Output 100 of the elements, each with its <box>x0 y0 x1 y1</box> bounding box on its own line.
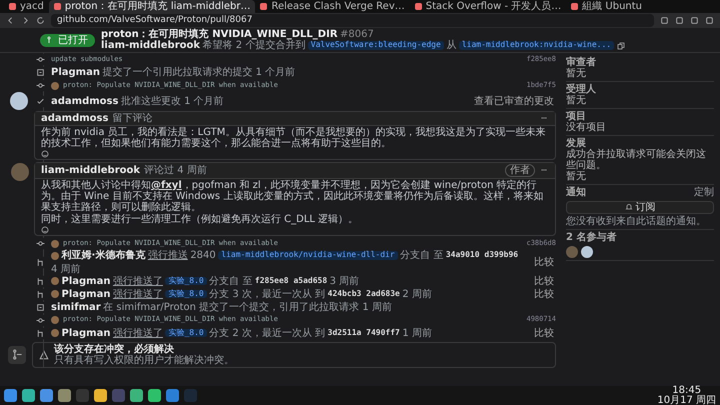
browser-tab[interactable]: Stack Overflow - 开发人员… <box>410 0 566 13</box>
comment-text: 从我和其他人讨论中得知@fxyl，pgofman 和 zl，此环境变量并不理想，因为它会创建 wine/proton 特定的行为。由于 Wine 目前不支持在 Windows 上读取此变量的方式，因此此环境变量将仍作为后备读取。这样，将来如果支持主路径，则可以删除此逻辑。 <box>41 180 544 213</box>
favicon-icon <box>9 3 16 10</box>
event-text: 3 周前 <box>330 276 360 286</box>
compare-link[interactable]: 比较 <box>532 276 556 286</box>
branch-label[interactable]: liam-middlebrook:nvidia-wine... <box>458 41 614 50</box>
check-icon <box>36 96 45 106</box>
warning-icon <box>39 350 49 360</box>
compare-link[interactable]: 查看已审查的更改 <box>472 96 556 106</box>
event-text: 分支 2 次，最近一次从 到 <box>209 328 326 338</box>
smiley-icon <box>41 150 49 158</box>
event-link[interactable]: 强行推送了 <box>112 276 163 286</box>
event-text: 4 周前 <box>51 264 81 274</box>
section-label[interactable]: 发展 <box>566 138 714 149</box>
avatar-icon <box>11 163 29 181</box>
favicon-icon <box>414 3 422 10</box>
comment-author[interactable]: liam-middlebrook <box>41 165 140 176</box>
reference-icon <box>36 68 45 77</box>
commit-range[interactable]: 34a9010 d399b96 <box>446 251 518 260</box>
compare-link[interactable]: 比较 <box>532 256 556 268</box>
browser-tab[interactable]: 組織 Ubuntu <box>566 0 648 13</box>
app-icon[interactable] <box>40 389 53 402</box>
avatar-icon <box>51 329 59 337</box>
user-link[interactable]: Plagman <box>51 67 100 78</box>
section-value: 暂无 <box>566 171 587 182</box>
merge-title: 该分支存在冲突，必须解决 <box>54 344 175 354</box>
event-text: 分支自 至 <box>209 276 252 286</box>
event-link[interactable]: 强行推送了 <box>112 288 163 300</box>
comment-text: 同时，这里需要进行一些清理工作（例如避免再次运行 C_DLL 逻辑）。 <box>41 214 360 225</box>
user-link[interactable]: simifmar <box>51 302 101 312</box>
clock-date[interactable]: 10月17 周四 <box>657 396 716 405</box>
author-badge: 作者 <box>505 164 535 177</box>
favicon-icon <box>571 3 578 10</box>
mention-link[interactable]: @fxyl <box>151 180 182 191</box>
commit-range[interactable]: f285ee8 a5ad658 <box>254 276 328 286</box>
section-value: 暂无 <box>566 68 587 79</box>
event-text: 分支自 至 <box>400 250 444 261</box>
pr-number: #8067 <box>340 29 374 40</box>
subscribe-button[interactable]: 订阅 <box>566 200 714 214</box>
user-link[interactable]: 利亚姆·米德布鲁克 <box>62 250 146 261</box>
event-link[interactable]: 强行推送 <box>148 250 188 261</box>
app-icon[interactable] <box>166 389 179 402</box>
avatar-icon[interactable] <box>580 246 592 258</box>
section-label: 2 名参与者 <box>566 232 618 243</box>
user-link[interactable]: Plagman <box>62 288 110 300</box>
status-badge: 已打开 <box>40 34 95 46</box>
comment-meta: 留下评论 <box>112 113 152 124</box>
section-label[interactable]: 项目 <box>566 111 714 122</box>
commit-icon <box>36 81 45 90</box>
browser-tab[interactable]: yacd <box>4 0 49 13</box>
branch-label[interactable]: 实验_8.0 <box>165 290 207 298</box>
section-label[interactable]: 受理人 <box>566 84 714 95</box>
event-text: 分支 3 次，最近一次从 到 <box>209 288 326 300</box>
event-text: 1 周前 <box>402 328 432 338</box>
address-field[interactable]: github.com/ValveSoftware/Proton/pull/8067 <box>51 14 654 27</box>
app-icon[interactable] <box>22 389 35 402</box>
copy-icon <box>616 42 625 50</box>
user-link[interactable]: adamdmoss <box>51 96 118 106</box>
pr-title: proton：在可用时填充 NVIDIA_WINE_DLL_DIR <box>101 29 338 40</box>
comment-text: 作为前 nvidia 员工，我的看法是：LGTM。从具有细节（而不是我想要的）的实现，我想我这是为了实现一些未来的技术工作，但如果他们有能力需要这个，那么能合进一点将有助于这些目的。 <box>41 127 546 149</box>
comment-meta: 评论过 4 周前 <box>144 165 207 176</box>
reference-icon <box>36 302 45 312</box>
branch-label[interactable]: 实验_8.0 <box>165 328 207 338</box>
event-link[interactable]: 强行推送了 <box>112 328 163 338</box>
branch-label[interactable]: 实验_8.0 <box>165 276 207 286</box>
user-link[interactable]: Plagman <box>62 328 110 338</box>
menu-icon <box>705 16 714 25</box>
push-icon <box>36 276 45 286</box>
compare-link[interactable]: 比较 <box>532 328 556 338</box>
branch-label[interactable]: liam-middlebrook/nvidia-wine-dll-dir <box>218 251 398 260</box>
notification-note: 您没有收到来自此话题的通知。 <box>566 216 707 227</box>
commit-range[interactable]: 424bcb3 2ad683e <box>328 290 400 298</box>
section-label: 通知 <box>566 187 586 198</box>
avatar-icon <box>51 252 59 260</box>
app-icon[interactable] <box>148 389 161 402</box>
merge-note: 只有具有写入权限的用户才能解决冲突。 <box>54 354 234 366</box>
favicon-icon <box>54 3 61 10</box>
smiley-icon <box>41 226 49 234</box>
clock-time[interactable]: 18:45 <box>657 386 716 396</box>
app-icon[interactable] <box>58 389 71 402</box>
commit-range[interactable]: 3d2511a 7490ff7 <box>328 328 400 338</box>
customize-link[interactable]: 定制 <box>694 187 714 198</box>
push-icon <box>36 290 45 298</box>
section-value: 暂无 <box>566 95 587 106</box>
app-icon[interactable] <box>130 389 143 402</box>
branch-label[interactable]: ValveSoftware:bleeding-edge <box>308 41 444 50</box>
reload-icon <box>36 16 45 25</box>
section-value: 成功合并拉取请求可能会关闭这些问题。 <box>566 149 707 171</box>
browser-tab[interactable]: Release Clash Verge Rev… <box>255 0 410 13</box>
author-link[interactable]: liam-middlebrook <box>101 40 200 51</box>
user-link[interactable]: Plagman <box>62 276 110 286</box>
event-text: 2 周前 <box>402 288 432 300</box>
browser-tab[interactable]: proton：在可用时填充 liam-middlebr… <box>48 0 256 13</box>
section-label[interactable]: 审查者 <box>566 57 714 68</box>
compare-link[interactable]: 比较 <box>532 288 556 300</box>
app-icon[interactable] <box>4 389 17 402</box>
avatar-icon <box>10 92 28 110</box>
app-icon[interactable] <box>94 389 107 402</box>
event-text: 提交了一个引用此拉取请求的提交 1 个月前 <box>102 67 296 78</box>
comment-author[interactable]: adamdmoss <box>41 113 108 124</box>
